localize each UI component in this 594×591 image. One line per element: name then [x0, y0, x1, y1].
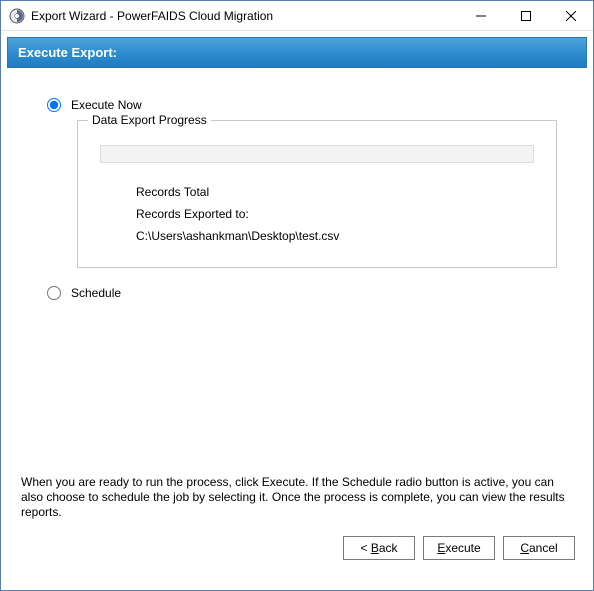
back-button[interactable]: < Back: [343, 536, 415, 560]
minimize-button[interactable]: [458, 1, 503, 30]
export-progress-bar: [100, 145, 534, 163]
execute-button[interactable]: Execute: [423, 536, 495, 560]
execute-now-radio[interactable]: [47, 98, 61, 112]
schedule-label: Schedule: [71, 286, 121, 300]
close-button[interactable]: [548, 1, 593, 30]
progress-legend: Data Export Progress: [88, 113, 211, 127]
execute-now-option[interactable]: Execute Now: [47, 98, 557, 112]
wizard-instructions: When you are ready to run the process, c…: [13, 475, 581, 520]
records-exported-label: Records Exported to:: [136, 203, 538, 225]
cancel-button[interactable]: Cancel: [503, 536, 575, 560]
progress-info: Records Total Records Exported to: C:\Us…: [136, 181, 538, 247]
schedule-radio[interactable]: [47, 286, 61, 300]
wizard-step-banner: Execute Export:: [7, 37, 587, 68]
records-total-label: Records Total: [136, 181, 538, 203]
export-path: C:\Users\ashankman\Desktop\test.csv: [136, 225, 538, 247]
data-export-progress-group: Data Export Progress Records Total Recor…: [77, 120, 557, 268]
schedule-option[interactable]: Schedule: [47, 286, 557, 300]
app-icon: [9, 8, 25, 24]
wizard-content: Execute Now Data Export Progress Records…: [7, 68, 587, 528]
wizard-step-title: Execute Export:: [18, 45, 117, 60]
title-bar: Export Wizard - PowerFAIDS Cloud Migrati…: [1, 1, 593, 31]
window-controls: [458, 1, 593, 30]
execute-now-label: Execute Now: [71, 98, 142, 112]
maximize-button[interactable]: [503, 1, 548, 30]
window-title: Export Wizard - PowerFAIDS Cloud Migrati…: [31, 9, 458, 23]
wizard-button-bar: < Back Execute Cancel: [7, 528, 587, 568]
